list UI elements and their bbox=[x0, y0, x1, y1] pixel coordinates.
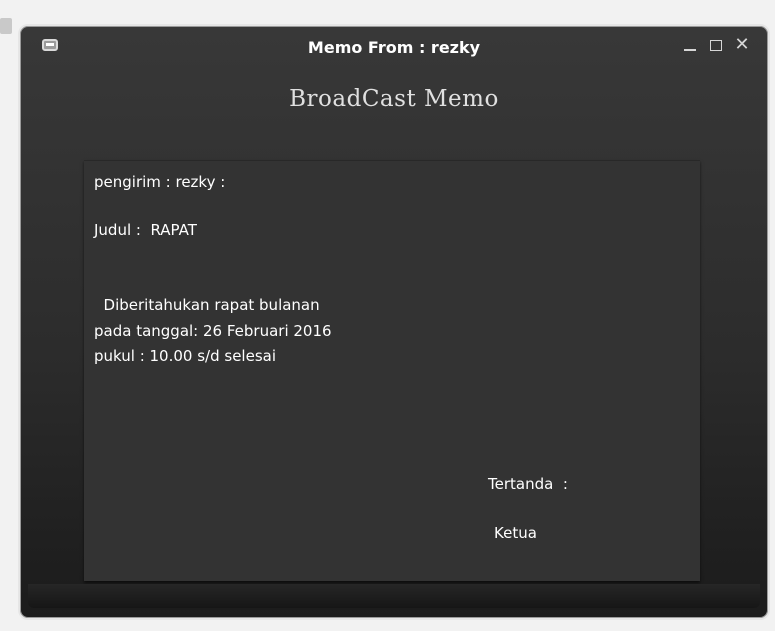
memo-window: Memo From : rezky ✕ BroadCast Memo pengi… bbox=[18, 24, 770, 620]
window-title: Memo From : rezky bbox=[307, 38, 481, 57]
memo-heading: BroadCast Memo bbox=[289, 86, 499, 112]
signature-label: Tertanda : bbox=[488, 475, 568, 493]
minimize-icon[interactable] bbox=[682, 35, 698, 55]
title-bar[interactable]: Memo From : rezky ✕ bbox=[20, 26, 768, 76]
window-controls: ✕ bbox=[682, 35, 750, 55]
memo-body-line: pukul : 10.00 s/d selesai bbox=[94, 347, 276, 365]
window-bottom-bar bbox=[28, 584, 760, 608]
memo-body-line: pada tanggal: 26 Februari 2016 bbox=[94, 322, 332, 340]
memo-content-panel: pengirim : rezky : Judul : RAPAT Diberit… bbox=[84, 160, 700, 581]
memo-body-line: Diberitahukan rapat bulanan bbox=[94, 296, 320, 314]
sender-line: pengirim : rezky : bbox=[94, 173, 226, 191]
close-icon[interactable]: ✕ bbox=[734, 35, 750, 55]
signatory-name: Ketua bbox=[494, 524, 537, 542]
background-window-edge bbox=[0, 18, 12, 34]
subject-line: Judul : RAPAT bbox=[94, 221, 197, 239]
maximize-icon[interactable] bbox=[708, 35, 724, 55]
